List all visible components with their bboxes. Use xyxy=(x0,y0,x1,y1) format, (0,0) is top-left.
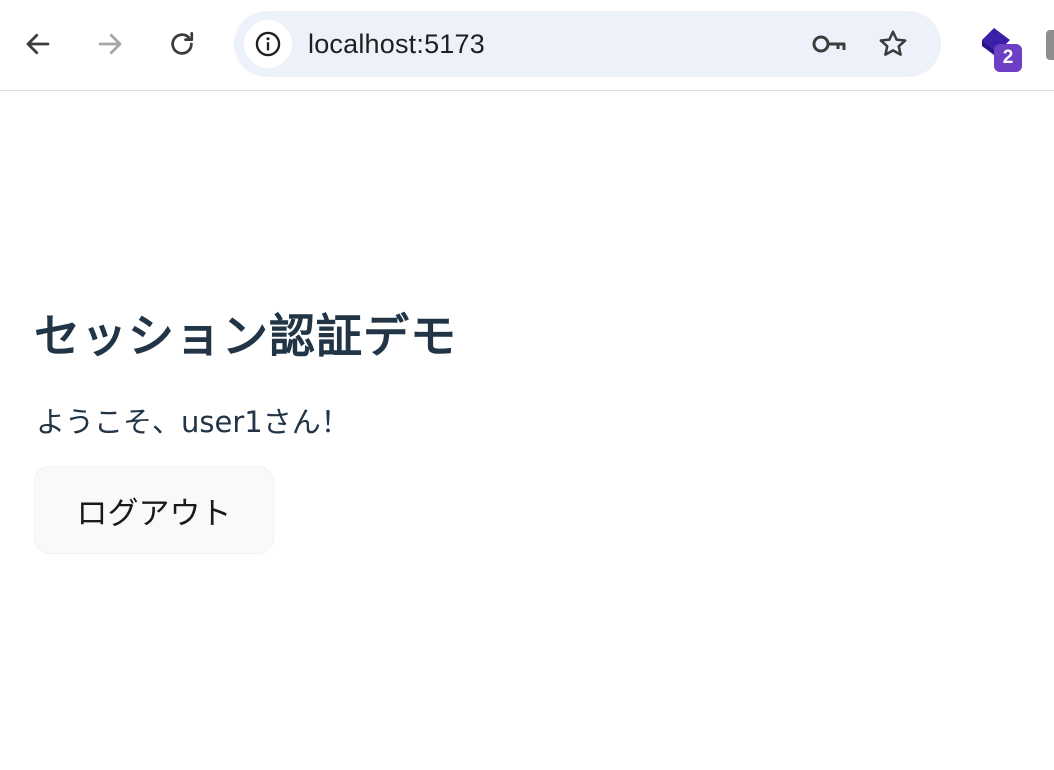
back-button[interactable] xyxy=(16,22,60,66)
site-info-button[interactable] xyxy=(244,20,292,68)
page-title: セッション認証デモ xyxy=(34,309,457,363)
extension-button[interactable]: 2 xyxy=(970,24,1022,76)
arrow-left-icon xyxy=(26,33,50,55)
bookmark-button[interactable] xyxy=(874,25,912,63)
arrow-right-icon xyxy=(98,33,122,55)
logout-button[interactable]: ログアウト xyxy=(34,466,274,554)
url-text[interactable]: localhost:5173 xyxy=(308,11,485,77)
address-bar[interactable]: localhost:5173 xyxy=(234,11,941,77)
browser-toolbar: localhost:5173 2 xyxy=(0,0,1054,91)
forward-button[interactable] xyxy=(88,22,132,66)
welcome-message: ようこそ、user1さん！ xyxy=(36,405,350,439)
password-button[interactable] xyxy=(810,25,848,63)
reload-icon xyxy=(171,32,194,55)
profile-button[interactable] xyxy=(1046,30,1054,60)
star-icon xyxy=(879,30,907,56)
extension-badge: 2 xyxy=(994,44,1022,72)
reload-button[interactable] xyxy=(160,22,204,66)
key-icon xyxy=(812,35,846,53)
info-icon xyxy=(255,31,281,57)
app-content: セッション認証デモ ようこそ、user1さん！ ログアウト xyxy=(34,300,457,554)
